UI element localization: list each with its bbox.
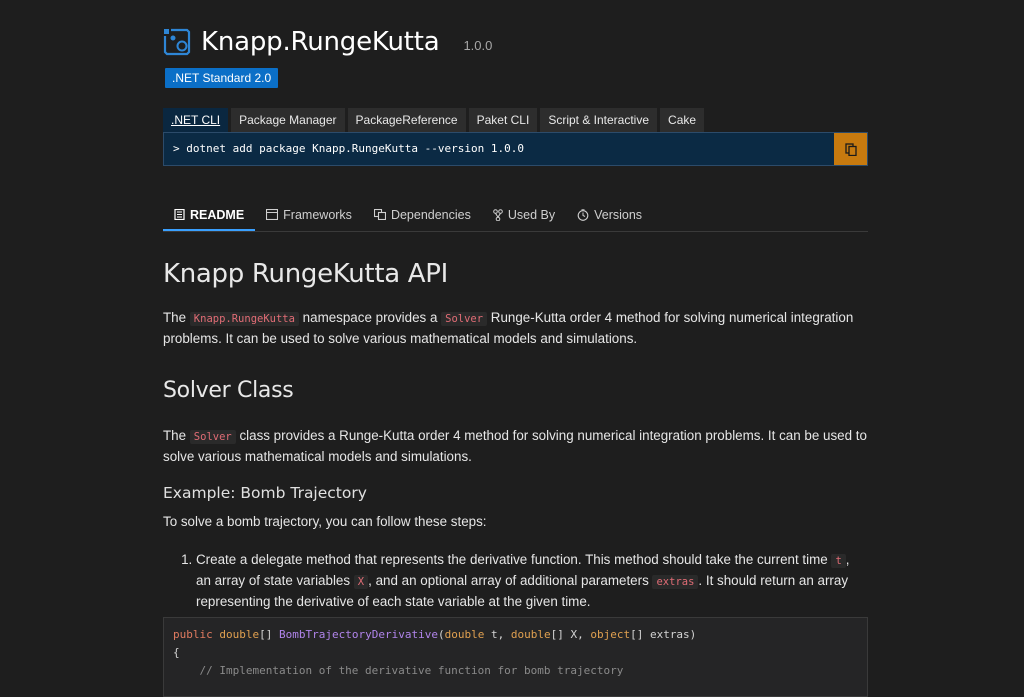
inline-code: Solver (441, 312, 488, 326)
package-icon (163, 28, 191, 56)
section-heading-solver: Solver Class (163, 378, 294, 403)
steps-list: Create a delegate method that represents… (163, 550, 868, 612)
frameworks-icon (266, 209, 279, 220)
tab-frameworks[interactable]: Frameworks (255, 200, 363, 229)
inline-code: Knapp.RungeKutta (189, 312, 299, 326)
inline-code: extras (652, 575, 699, 589)
install-command[interactable]: > dotnet add package Knapp.RungeKutta --… (173, 142, 524, 155)
tab-versions[interactable]: Versions (566, 200, 653, 229)
readme-title: Knapp RungeKutta API (163, 259, 449, 289)
tab-paket-cli[interactable]: Paket CLI (468, 108, 538, 132)
tab-package-reference[interactable]: PackageReference (347, 108, 466, 132)
tab-dependencies[interactable]: Dependencies (363, 200, 482, 229)
package-header: Knapp.RungeKutta 1.0.0 (163, 22, 492, 62)
tab-package-manager[interactable]: Package Manager (231, 108, 345, 132)
install-command-box: > dotnet add package Knapp.RungeKutta --… (163, 132, 868, 166)
copy-button[interactable] (834, 133, 867, 165)
example-heading: Example: Bomb Trajectory (163, 484, 367, 502)
inline-code: t (831, 554, 846, 568)
readme-tabs: README Frameworks Dependencies Used By V… (163, 200, 868, 232)
tab-cake[interactable]: Cake (660, 108, 705, 132)
versions-icon (577, 208, 589, 221)
used-by-icon (493, 208, 503, 221)
readme-content: Knapp RungeKutta API The Knapp.RungeKutt… (163, 255, 868, 697)
framework-badge[interactable]: .NET Standard 2.0 (165, 68, 279, 88)
package-title: Knapp.RungeKutta (201, 27, 440, 57)
tab-used-by[interactable]: Used By (482, 200, 566, 229)
package-version: 1.0.0 (463, 37, 493, 53)
readme-icon (174, 209, 185, 220)
dependencies-icon (373, 209, 386, 220)
inline-code: X (353, 575, 369, 589)
list-item: Create a delegate method that represents… (196, 550, 868, 612)
copy-icon (844, 142, 857, 156)
code-block[interactable]: public double[] BombTrajectoryDerivative… (163, 617, 868, 697)
inline-code: Solver (189, 430, 236, 444)
steps-intro: To solve a bomb trajectory, you can foll… (163, 514, 487, 529)
tab-dotnet-cli[interactable]: .NET CLI (163, 108, 229, 132)
install-tabs: .NET CLI Package Manager PackageReferenc… (163, 108, 705, 132)
solver-paragraph: The Solver class provides a Runge-Kutta … (163, 428, 867, 464)
tab-script-interactive[interactable]: Script & Interactive (540, 108, 658, 132)
intro-paragraph: The Knapp.RungeKutta namespace provides … (163, 310, 854, 346)
tab-readme[interactable]: README (163, 200, 256, 231)
